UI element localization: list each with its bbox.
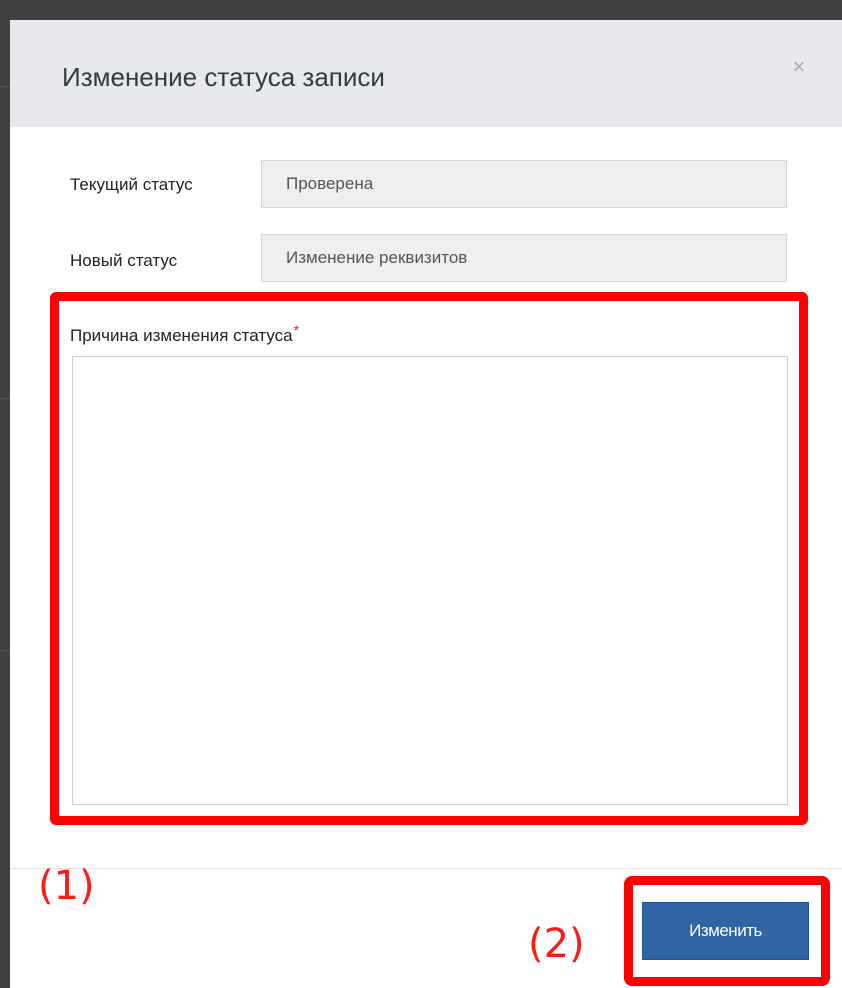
backdrop-divider	[0, 650, 10, 651]
status-change-modal: Изменение статуса записи × Текущий стату…	[10, 20, 842, 988]
current-status-label: Текущий статус	[70, 175, 193, 194]
backdrop-divider	[0, 86, 10, 87]
backdrop-divider	[0, 398, 10, 399]
required-marker: *	[293, 322, 300, 338]
reason-textarea[interactable]	[72, 356, 788, 805]
new-status-field: Изменение реквизитов	[261, 234, 787, 282]
annotation-marker-1: (1)	[38, 863, 95, 909]
footer-divider	[10, 868, 842, 869]
reason-label: Причина изменения статуса*	[70, 322, 299, 346]
reason-label-text: Причина изменения статуса	[70, 326, 293, 345]
new-status-label: Новый статус	[70, 251, 178, 270]
modal-header: Изменение статуса записи ×	[10, 20, 842, 127]
close-icon[interactable]: ×	[786, 54, 812, 80]
modal-title: Изменение статуса записи	[62, 62, 385, 92]
annotation-marker-2: (2)	[528, 921, 585, 967]
submit-button[interactable]: Изменить	[642, 902, 809, 960]
current-status-field: Проверена	[261, 160, 787, 208]
